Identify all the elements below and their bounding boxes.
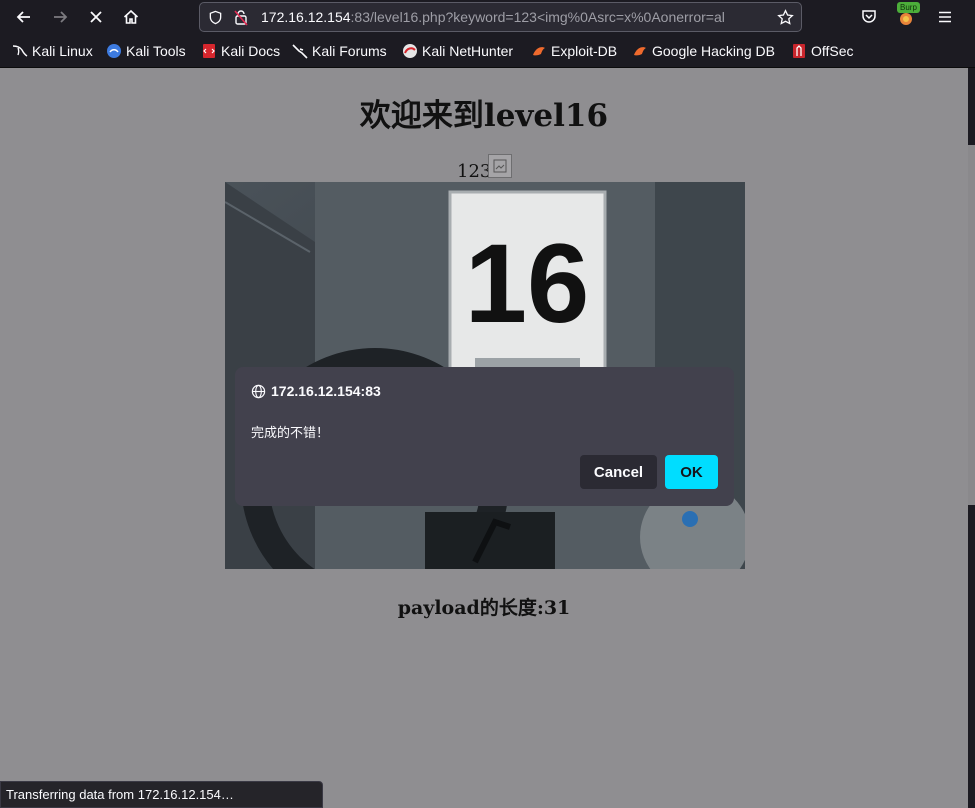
stop-button[interactable] [82,3,110,31]
shield-icon [209,10,222,25]
kali-forums-icon [292,43,308,59]
bookmark-star-icon[interactable] [777,9,794,26]
alert-dialog: 172.16.12.154:83 完成的不错！ Cancel OK [235,367,734,506]
bookmark-kali-tools[interactable]: Kali Tools [106,42,186,60]
back-arrow-icon [16,11,30,23]
page-title: 欢迎来到level16 [359,98,609,134]
bookmarks-toolbar: Kali Linux Kali Tools Kali Docs Kali For… [0,34,975,68]
dialog-origin: 172.16.12.154:83 [271,383,381,399]
payload-length: payload的长度:31 [397,597,571,619]
broken-image [488,154,512,178]
browser-toolbar: 172.16.12.154:83/level16.php?keyword=123… [0,0,975,34]
ghdb-icon [632,43,648,59]
home-icon [123,9,139,24]
bookmark-offsec[interactable]: OffSec [791,42,854,60]
kali-dragon-icon [12,43,28,59]
bookmark-kali-docs[interactable]: Kali Docs [201,42,280,60]
exploit-db-icon [531,43,547,59]
pocket-button[interactable] [855,3,883,31]
url-bar[interactable]: 172.16.12.154:83/level16.php?keyword=123… [199,2,802,32]
hamburger-menu-icon [939,11,951,23]
url-text: 172.16.12.154:83/level16.php?keyword=123… [261,9,725,25]
home-button[interactable] [117,3,145,31]
insecure-lock-icon [234,10,248,26]
sign-number: 16 [465,221,590,346]
offsec-icon [791,43,807,59]
keyword-text: 123 [457,161,492,182]
bookmark-kali-linux[interactable]: Kali Linux [12,42,93,60]
bookmark-exploit-db[interactable]: Exploit-DB [531,42,617,60]
devtools-panel-edge [968,145,975,505]
bookmark-kali-forums[interactable]: Kali Forums [292,42,387,60]
kali-docs-icon [201,43,217,59]
globe-icon [251,384,266,398]
bookmark-kali-nethunter[interactable]: Kali NetHunter [402,42,513,60]
forward-button[interactable] [46,3,74,31]
status-bar: Transferring data from 172.16.12.154… [0,781,323,808]
ok-button[interactable]: OK [665,455,718,489]
close-icon [90,11,102,23]
back-button[interactable] [10,3,38,31]
dialog-message: 完成的不错！ [251,426,330,441]
forward-arrow-icon [54,11,68,23]
bookmark-google-hacking-db[interactable]: Google Hacking DB [632,42,775,60]
menu-button[interactable] [931,3,959,31]
pocket-icon [862,10,876,23]
kali-tools-icon [106,43,122,59]
dialog-header: 172.16.12.154:83 [251,383,381,399]
broken-image-icon [493,159,507,173]
nethunter-icon [402,43,418,59]
burp-badge: Burp [897,2,920,13]
cancel-button[interactable]: Cancel [580,455,657,489]
